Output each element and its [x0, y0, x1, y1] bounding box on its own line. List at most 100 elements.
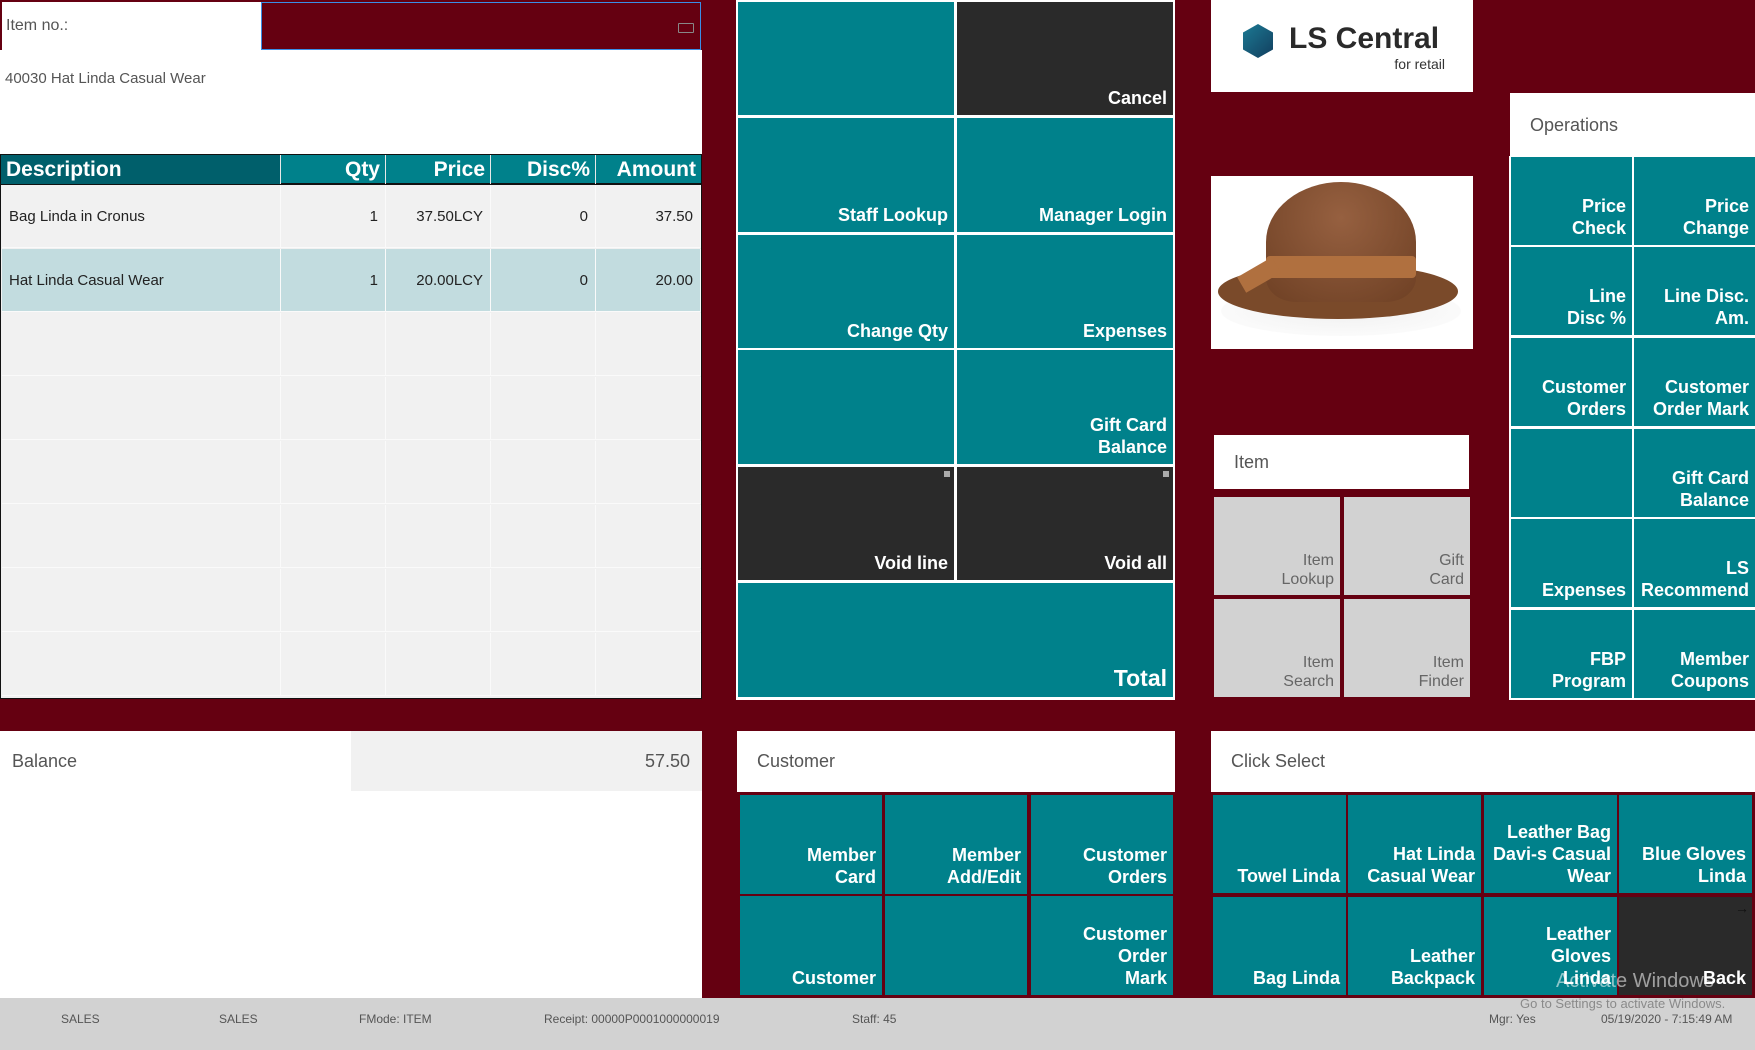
item-panel-title: Item: [1234, 451, 1270, 472]
void-all-button[interactable]: Void all: [957, 467, 1173, 580]
manager-login-button[interactable]: Manager Login: [957, 118, 1173, 232]
blank-button[interactable]: [885, 896, 1027, 995]
click-select-header: Click Select: [1211, 731, 1755, 792]
item-search-button[interactable]: Item Search: [1214, 599, 1340, 697]
customer-button[interactable]: Customer: [740, 896, 882, 995]
cell-price: [386, 313, 491, 375]
blank-button[interactable]: [1511, 429, 1632, 517]
expenses-button[interactable]: Expenses: [1511, 519, 1632, 607]
member-coupons-button[interactable]: Member Coupons: [1634, 610, 1755, 698]
logo-name: LS Central: [1289, 22, 1440, 55]
button-label: Item Lookup: [1281, 552, 1335, 588]
cell-description: Hat Linda Casual Wear: [2, 249, 281, 311]
gift-card-button[interactable]: Gift Card: [1344, 497, 1470, 595]
cancel-button[interactable]: Cancel: [957, 2, 1173, 115]
watermark-line2: Go to Settings to activate Windows.: [1520, 996, 1726, 1011]
button-label: Item Search: [1283, 654, 1334, 690]
header-disc[interactable]: Disc%: [491, 155, 596, 184]
operations-title: Operations: [1530, 114, 1619, 135]
blue-gloves-linda-button[interactable]: Blue Gloves Linda: [1619, 795, 1752, 893]
header-qty[interactable]: Qty: [281, 155, 386, 184]
header-description[interactable]: Description: [1, 155, 281, 184]
button-label: LS Recommend: [1640, 558, 1749, 600]
balance-value-box: 57.50: [351, 731, 702, 791]
item-panel-header: Item: [1214, 435, 1469, 489]
customer-orders-button[interactable]: Customer Orders: [1511, 338, 1632, 426]
cell-disc: [491, 377, 596, 439]
keyboard-icon[interactable]: [678, 23, 694, 33]
button-label: Gift Card: [1429, 552, 1464, 588]
blank-button[interactable]: [738, 2, 954, 115]
arrow-right-icon: →: [1735, 900, 1749, 916]
ls-recommend-button[interactable]: LS Recommend: [1634, 519, 1755, 607]
staff-lookup-button[interactable]: Staff Lookup: [738, 118, 954, 232]
total-button[interactable]: Total: [738, 583, 1173, 697]
cell-price: [386, 633, 491, 695]
customer-order-mark-button[interactable]: Customer Order Mark: [1031, 896, 1173, 995]
button-label: Void line: [874, 553, 948, 573]
table-row[interactable]: Bag Linda in Cronus 1 37.50LCY 0 37.50: [2, 185, 701, 248]
price-change-button[interactable]: Price Change: [1634, 157, 1755, 245]
member-card-button[interactable]: Member Card: [740, 795, 882, 894]
button-label: Customer Order Mark: [1082, 924, 1167, 988]
cell-price: [386, 505, 491, 567]
leather-bag-davi-s-casual-wear-button[interactable]: Leather Bag Davi-s Casual Wear: [1484, 795, 1617, 893]
button-label: Member Card: [806, 845, 876, 887]
leather-backpack-button[interactable]: Leather Backpack: [1348, 897, 1481, 995]
blank-button[interactable]: [738, 350, 954, 464]
click-select-title: Click Select: [1231, 751, 1326, 771]
cell-price: [386, 441, 491, 503]
gift-card-balance-button[interactable]: Gift Card Balance: [1634, 429, 1755, 517]
cell-disc: 0: [491, 185, 596, 247]
cell-amount: 20.00: [596, 249, 701, 311]
customer-order-mark-button[interactable]: Customer Order Mark: [1634, 338, 1755, 426]
expenses-button[interactable]: Expenses: [957, 235, 1173, 348]
table-row[interactable]: Hat Linda Casual Wear 1 20.00LCY 0 20.00: [2, 249, 701, 312]
button-label: Customer: [791, 968, 876, 988]
price-check-button[interactable]: Price Check: [1511, 157, 1632, 245]
status-manager: Mgr: Yes: [1489, 1012, 1536, 1026]
cell-amount: [596, 633, 701, 695]
line-disc-am-button[interactable]: Line Disc. Am.: [1634, 247, 1755, 335]
change-qty-button[interactable]: Change Qty: [738, 235, 954, 348]
button-label: Manager Login: [1038, 205, 1167, 225]
towel-linda-button[interactable]: Towel Linda: [1213, 795, 1346, 893]
item-image: [1211, 176, 1473, 349]
header-price[interactable]: Price: [386, 155, 491, 184]
cell-amount: [596, 569, 701, 631]
button-label: FBP Program: [1551, 649, 1626, 691]
cell-description: [2, 313, 281, 375]
cell-disc: [491, 441, 596, 503]
watermark-line1: Activate Windows: [1556, 970, 1714, 992]
bag-linda-button[interactable]: Bag Linda: [1213, 897, 1346, 995]
sales-lines-table: Description Qty Price Disc% Amount Bag L…: [0, 154, 702, 699]
cell-disc: [491, 633, 596, 695]
hat-linda-casual-wear-button[interactable]: Hat Linda Casual Wear: [1348, 795, 1481, 893]
header-amount[interactable]: Amount: [596, 155, 701, 184]
cell-disc: [491, 569, 596, 631]
table-row[interactable]: [2, 633, 701, 696]
button-label: Hat Linda Casual Wear: [1367, 844, 1475, 886]
customer-orders-button[interactable]: Customer Orders: [1031, 795, 1173, 894]
gift-card-balance-button[interactable]: Gift Card Balance: [957, 350, 1173, 464]
item-no-input[interactable]: [261, 2, 701, 50]
item-finder-button[interactable]: Item Finder: [1344, 599, 1470, 697]
table-row[interactable]: [2, 505, 701, 568]
fbp-program-button[interactable]: FBP Program: [1511, 610, 1632, 698]
cell-disc: [491, 505, 596, 567]
table-row[interactable]: [2, 441, 701, 504]
button-label: Customer Order Mark: [1652, 377, 1749, 419]
button-label: Bag Linda: [1252, 968, 1340, 988]
item-lookup-button[interactable]: Item Lookup: [1214, 497, 1340, 595]
item-no-label: Item no.:: [6, 17, 69, 34]
member-add-edit-button[interactable]: Member Add/Edit: [885, 795, 1027, 894]
table-row[interactable]: [2, 313, 701, 376]
cell-qty: [281, 441, 386, 503]
table-row[interactable]: [2, 377, 701, 440]
void-line-button[interactable]: Void line: [738, 467, 954, 580]
cell-qty: [281, 505, 386, 567]
button-label: Price Check: [1571, 196, 1626, 238]
table-row[interactable]: [2, 569, 701, 632]
line-disc-button[interactable]: Line Disc %: [1511, 247, 1632, 335]
cell-amount: [596, 441, 701, 503]
